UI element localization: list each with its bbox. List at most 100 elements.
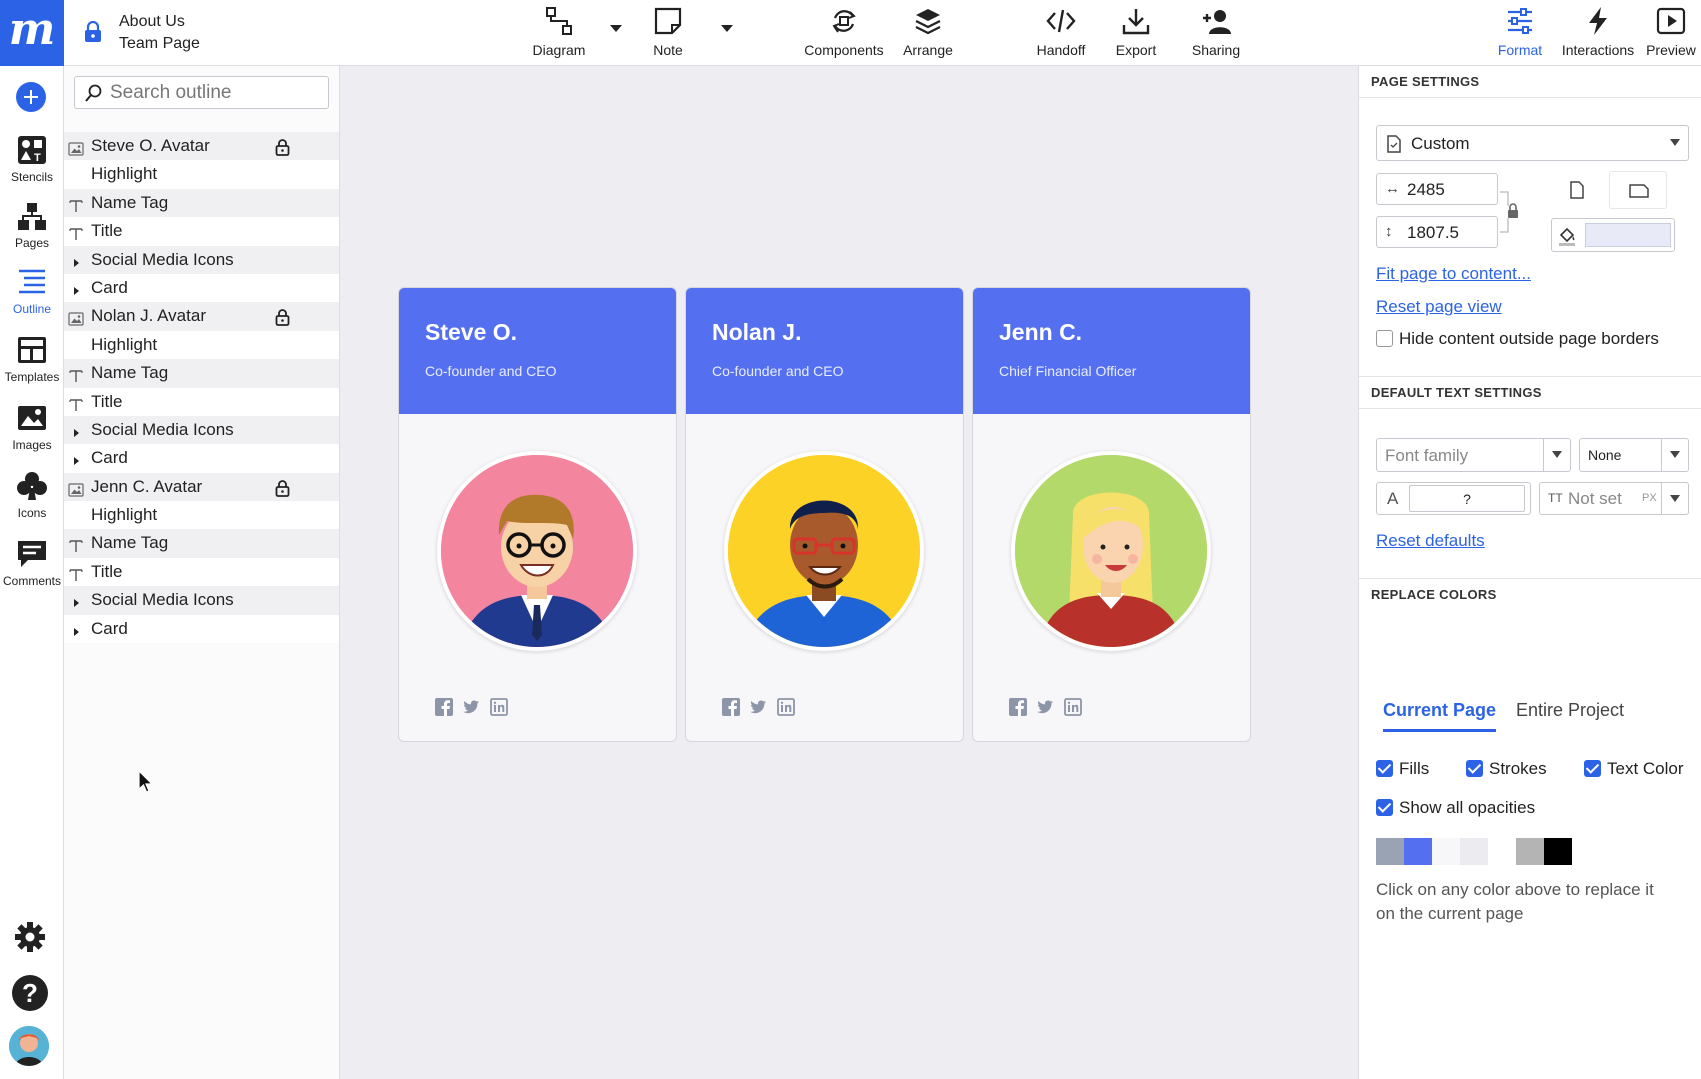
rail-templates[interactable]: Templates (0, 334, 64, 384)
search-box[interactable] (74, 76, 329, 109)
diagram-dropdown-icon[interactable] (608, 20, 624, 36)
outline-item[interactable]: Jenn C. Avatar (64, 472, 339, 502)
outline-item[interactable]: Nolan J. Avatar (64, 302, 339, 331)
twitter-icon[interactable] (749, 698, 767, 716)
expand-arrow-icon[interactable] (68, 592, 84, 608)
linkedin-icon[interactable] (490, 698, 508, 716)
expand-arrow-icon[interactable] (68, 422, 84, 438)
twitter-icon[interactable] (1036, 698, 1054, 716)
page-width-field[interactable]: ↔ 2485 (1376, 173, 1498, 205)
reset-defaults-link[interactable]: Reset defaults (1376, 531, 1485, 551)
card-name-tag[interactable]: Jenn C. (999, 319, 1082, 346)
card-title[interactable]: Co-founder and CEO (712, 363, 844, 379)
rail-pages[interactable]: Pages (0, 200, 64, 250)
aspect-lock-icon[interactable] (1500, 190, 1524, 234)
page-fill-color-picker[interactable] (1551, 218, 1675, 252)
font-size-value[interactable]: ? (1409, 485, 1525, 512)
color-swatch[interactable] (1404, 838, 1432, 865)
outline-item[interactable]: Card (64, 614, 339, 644)
font-weight-select[interactable]: None (1579, 438, 1689, 472)
rail-stencils[interactable]: T Stencils (0, 134, 64, 184)
facebook-icon[interactable] (435, 698, 453, 716)
app-logo[interactable]: m (0, 0, 64, 66)
color-swatch[interactable] (1544, 838, 1572, 865)
lock-icon[interactable] (275, 478, 290, 497)
document-title[interactable]: About Us (119, 11, 185, 33)
tab-entire-project[interactable]: Entire Project (1516, 700, 1624, 732)
expand-arrow-icon[interactable] (68, 252, 84, 268)
expand-arrow-icon[interactable] (68, 450, 84, 466)
outline-item[interactable]: Title (64, 217, 339, 246)
note-dropdown-icon[interactable] (719, 20, 735, 36)
card-name-tag[interactable]: Nolan J. (712, 319, 801, 346)
color-swatch[interactable] (1488, 838, 1516, 865)
interactions-tool[interactable]: Interactions (1556, 6, 1640, 62)
lock-icon[interactable] (84, 21, 102, 43)
gear-icon[interactable] (14, 921, 46, 953)
color-swatch[interactable] (1432, 838, 1460, 865)
font-size-field[interactable]: A ? (1376, 482, 1531, 515)
outline-item[interactable]: Highlight (64, 501, 339, 530)
export-tool[interactable]: Export (1107, 6, 1165, 62)
avatar-nolan[interactable] (724, 451, 924, 651)
arrange-tool[interactable]: Arrange (896, 6, 960, 62)
user-avatar[interactable] (9, 1026, 49, 1066)
color-swatch[interactable] (1460, 838, 1488, 865)
page-height-field[interactable]: ↕ 1807.5 (1376, 216, 1498, 248)
outline-item[interactable]: Highlight (64, 330, 339, 360)
outline-item[interactable]: Card (64, 273, 339, 303)
reset-page-view-link[interactable]: Reset page view (1376, 297, 1502, 317)
twitter-icon[interactable] (462, 698, 480, 716)
strokes-checkbox[interactable]: Strokes (1466, 759, 1547, 779)
page-name[interactable]: Team Page (119, 33, 200, 55)
linkedin-icon[interactable] (1064, 698, 1082, 716)
card-title[interactable]: Co-founder and CEO (425, 363, 557, 379)
outline-item[interactable]: Card (64, 444, 339, 473)
add-icon[interactable] (16, 82, 46, 112)
canvas[interactable]: Steve O. Co-founder and CEO Nolan J. Co-… (340, 66, 1358, 1079)
team-card-nolan[interactable]: Nolan J. Co-founder and CEO (685, 287, 964, 742)
color-swatch[interactable] (1516, 838, 1544, 865)
search-input[interactable] (110, 81, 320, 105)
expand-arrow-icon[interactable] (68, 621, 84, 637)
rail-outline[interactable]: Outline (0, 266, 64, 316)
lock-icon[interactable] (275, 307, 290, 327)
avatar-jenn[interactable] (1011, 451, 1211, 651)
color-swatch[interactable] (1376, 838, 1404, 865)
outline-item[interactable]: Title (64, 557, 339, 587)
line-height-field[interactable]: ТТ Not set PX (1539, 482, 1689, 515)
card-name-tag[interactable]: Steve O. (425, 319, 517, 346)
outline-item[interactable]: Highlight (64, 160, 339, 189)
text-color-checkbox[interactable]: Text Color (1584, 759, 1684, 779)
expand-arrow-icon[interactable] (68, 280, 84, 296)
avatar-steve[interactable] (437, 451, 637, 651)
outline-item[interactable]: Social Media Icons (64, 415, 339, 445)
fills-checkbox[interactable]: Fills (1376, 759, 1429, 779)
rail-images[interactable]: Images (0, 402, 64, 452)
components-tool[interactable]: Components (800, 6, 888, 62)
outline-item[interactable]: Name Tag (64, 359, 339, 388)
outline-item[interactable]: Title (64, 387, 339, 416)
facebook-icon[interactable] (1009, 698, 1027, 716)
linkedin-icon[interactable] (777, 698, 795, 716)
note-tool[interactable]: Note (640, 6, 696, 62)
outline-item[interactable]: Steve O. Avatar (64, 132, 339, 161)
tab-current-page[interactable]: Current Page (1383, 700, 1497, 732)
sharing-tool[interactable]: Sharing (1183, 6, 1249, 62)
facebook-icon[interactable] (722, 698, 740, 716)
landscape-orientation-button[interactable] (1609, 171, 1667, 209)
team-card-jenn[interactable]: Jenn C. Chief Financial Officer (972, 287, 1251, 742)
portrait-orientation-button[interactable] (1556, 173, 1596, 209)
font-family-select[interactable]: Font family (1376, 438, 1571, 472)
fit-page-link[interactable]: Fit page to content... (1376, 264, 1531, 284)
lock-icon[interactable] (275, 137, 290, 156)
team-card-steve[interactable]: Steve O. Co-founder and CEO (398, 287, 677, 742)
rail-comments[interactable]: Comments (0, 538, 64, 588)
outline-item[interactable]: Name Tag (64, 188, 339, 218)
hide-outside-checkbox[interactable]: Hide content outside page borders (1376, 329, 1659, 349)
card-title[interactable]: Chief Financial Officer (999, 363, 1136, 379)
show-all-opacities-checkbox[interactable]: Show all opacities (1376, 798, 1535, 818)
handoff-tool[interactable]: Handoff (1030, 6, 1092, 62)
diagram-tool[interactable]: Diagram (527, 6, 591, 62)
outline-item[interactable]: Name Tag (64, 529, 339, 558)
